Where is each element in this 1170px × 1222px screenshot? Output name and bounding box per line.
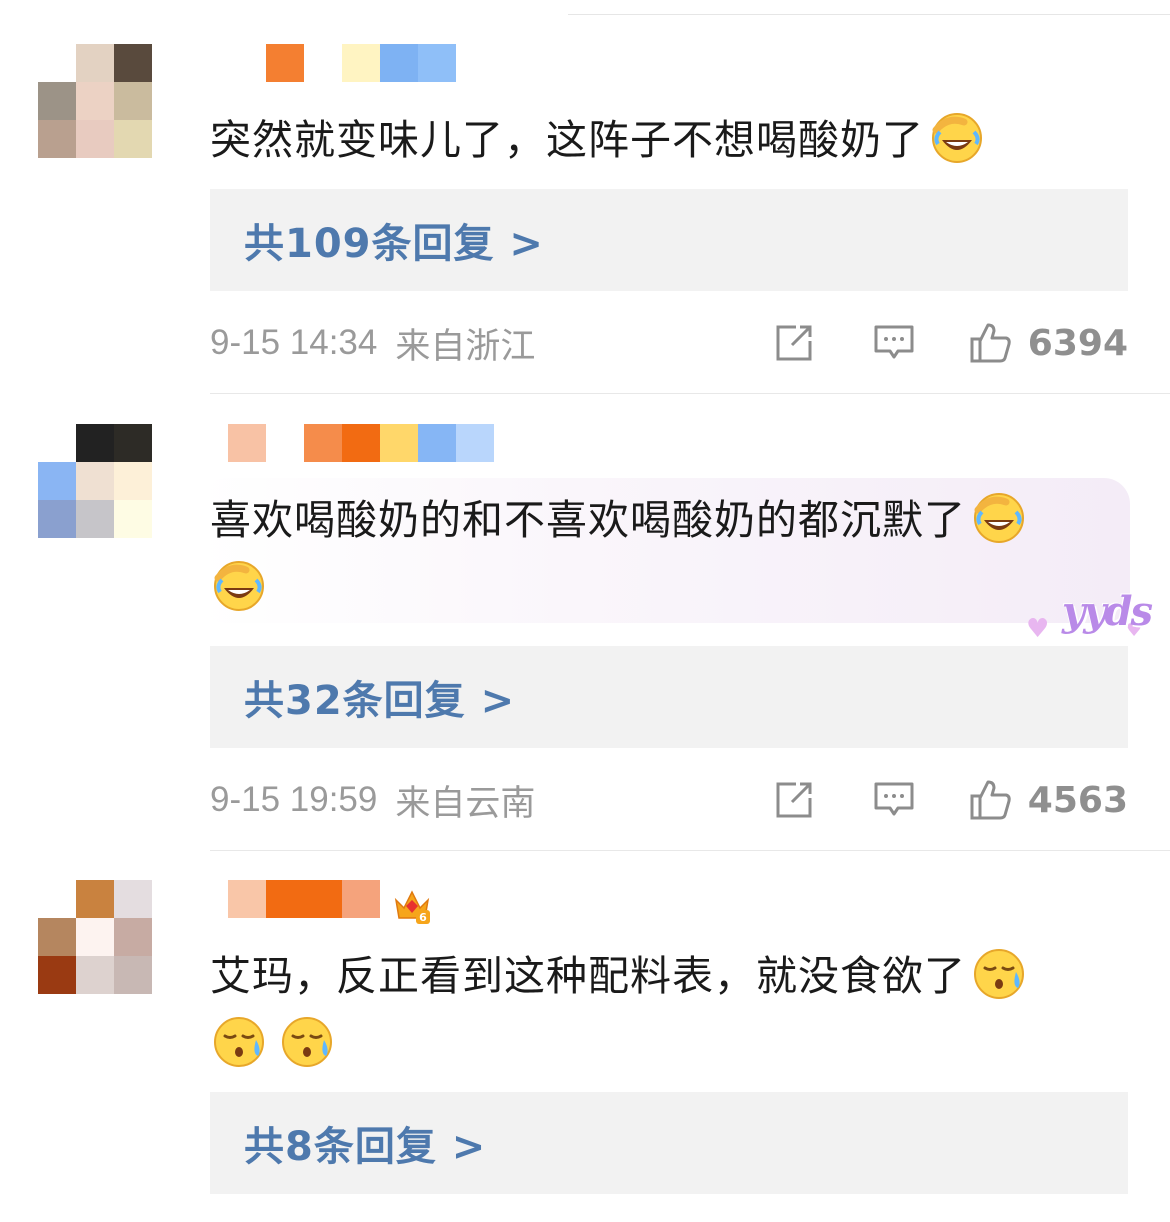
mosaic-pixel [38, 120, 76, 158]
mosaic-pixel [114, 462, 152, 500]
mosaic-pixel [418, 424, 456, 462]
mosaic-pixel [228, 424, 266, 462]
timestamp: 9-15 19:59 [210, 780, 378, 819]
location: 来自浙江 [395, 326, 536, 366]
mosaic-pixel [114, 44, 152, 82]
mosaic-pixel [38, 462, 76, 500]
laugh-cry-emoji [932, 113, 982, 163]
mosaic-pixel [76, 44, 114, 82]
mosaic-pixel [228, 880, 266, 918]
top-divider [568, 14, 1170, 15]
replies-button[interactable]: 共109条回复 > [210, 189, 1128, 291]
mosaic-pixel [114, 120, 152, 158]
comment-icon[interactable] [872, 778, 916, 822]
mosaic-pixel [114, 500, 152, 538]
mosaic-pixel [380, 424, 418, 462]
mosaic-pixel [342, 424, 380, 462]
comment-meta: 9-15 14:34 来自浙江 6394 [210, 318, 1128, 368]
replies-button[interactable]: 共8条回复 > [210, 1092, 1128, 1194]
mosaic-pixel [38, 424, 76, 462]
mosaic-pixel [38, 880, 76, 918]
mosaic-pixel [114, 918, 152, 956]
mosaic-pixel [76, 82, 114, 120]
mosaic-pixel [76, 918, 114, 956]
mosaic-pixel [342, 880, 380, 918]
mosaic-pixel [266, 44, 304, 82]
heart-icon: ♥ [1026, 614, 1050, 644]
mosaic-pixel [304, 44, 342, 82]
comment-text: 突然就变味儿了，这阵子不想喝酸奶了 [210, 106, 1130, 174]
like-icon[interactable] [968, 778, 1012, 822]
mosaic-pixel [266, 424, 304, 462]
avatar[interactable] [38, 424, 152, 538]
mosaic-pixel [38, 44, 76, 82]
crown-level-icon: 6 [394, 890, 430, 924]
comment-text: 喜欢喝酸奶的和不喜欢喝酸奶的都沉默了 [210, 486, 1130, 622]
mosaic-pixel [76, 120, 114, 158]
mosaic-pixel [76, 424, 114, 462]
comment-actions: 4563 [772, 775, 1128, 825]
sweat-emoji [974, 949, 1024, 999]
sweat-emoji [214, 1017, 264, 1067]
share-icon[interactable] [772, 778, 816, 822]
yyds-badge: yyds [1062, 588, 1153, 635]
username[interactable] [228, 424, 494, 462]
divider [210, 393, 1170, 394]
mosaic-pixel [304, 424, 342, 462]
laugh-cry-emoji [974, 493, 1024, 543]
mosaic-pixel [76, 956, 114, 994]
mosaic-pixel [114, 956, 152, 994]
mosaic-pixel [114, 82, 152, 120]
mosaic-pixel [38, 500, 76, 538]
comment-meta: 9-15 19:59 来自云南 4563 [210, 775, 1128, 825]
mosaic-pixel [38, 918, 76, 956]
mosaic-pixel [114, 424, 152, 462]
mosaic-pixel [38, 956, 76, 994]
comment-actions: 6394 [772, 318, 1128, 368]
mosaic-pixel [266, 880, 304, 918]
mosaic-pixel [114, 880, 152, 918]
like-count: 4563 [1027, 779, 1128, 821]
mosaic-pixel [228, 44, 266, 82]
like-icon[interactable] [968, 321, 1012, 365]
username[interactable] [228, 44, 456, 82]
laugh-cry-emoji [214, 561, 264, 611]
comment-text: 艾玛，反正看到这种配料表，就没食欲了 [210, 942, 1130, 1078]
mosaic-pixel [418, 44, 456, 82]
mosaic-pixel [456, 424, 494, 462]
mosaic-pixel [76, 880, 114, 918]
share-icon[interactable] [772, 321, 816, 365]
like-count: 6394 [1027, 322, 1128, 364]
mosaic-pixel [342, 44, 380, 82]
timestamp: 9-15 14:34 [210, 323, 378, 362]
location: 来自云南 [395, 783, 536, 823]
sweat-emoji [282, 1017, 332, 1067]
avatar[interactable] [38, 44, 152, 158]
avatar[interactable] [38, 880, 152, 994]
crown-level: 6 [419, 911, 427, 924]
mosaic-pixel [38, 82, 76, 120]
mosaic-pixel [76, 500, 114, 538]
replies-button[interactable]: 共32条回复 > [210, 646, 1128, 748]
mosaic-pixel [304, 880, 342, 918]
comment-icon[interactable] [872, 321, 916, 365]
mosaic-pixel [380, 44, 418, 82]
username[interactable] [228, 880, 380, 918]
divider [210, 850, 1170, 851]
mosaic-pixel [76, 462, 114, 500]
